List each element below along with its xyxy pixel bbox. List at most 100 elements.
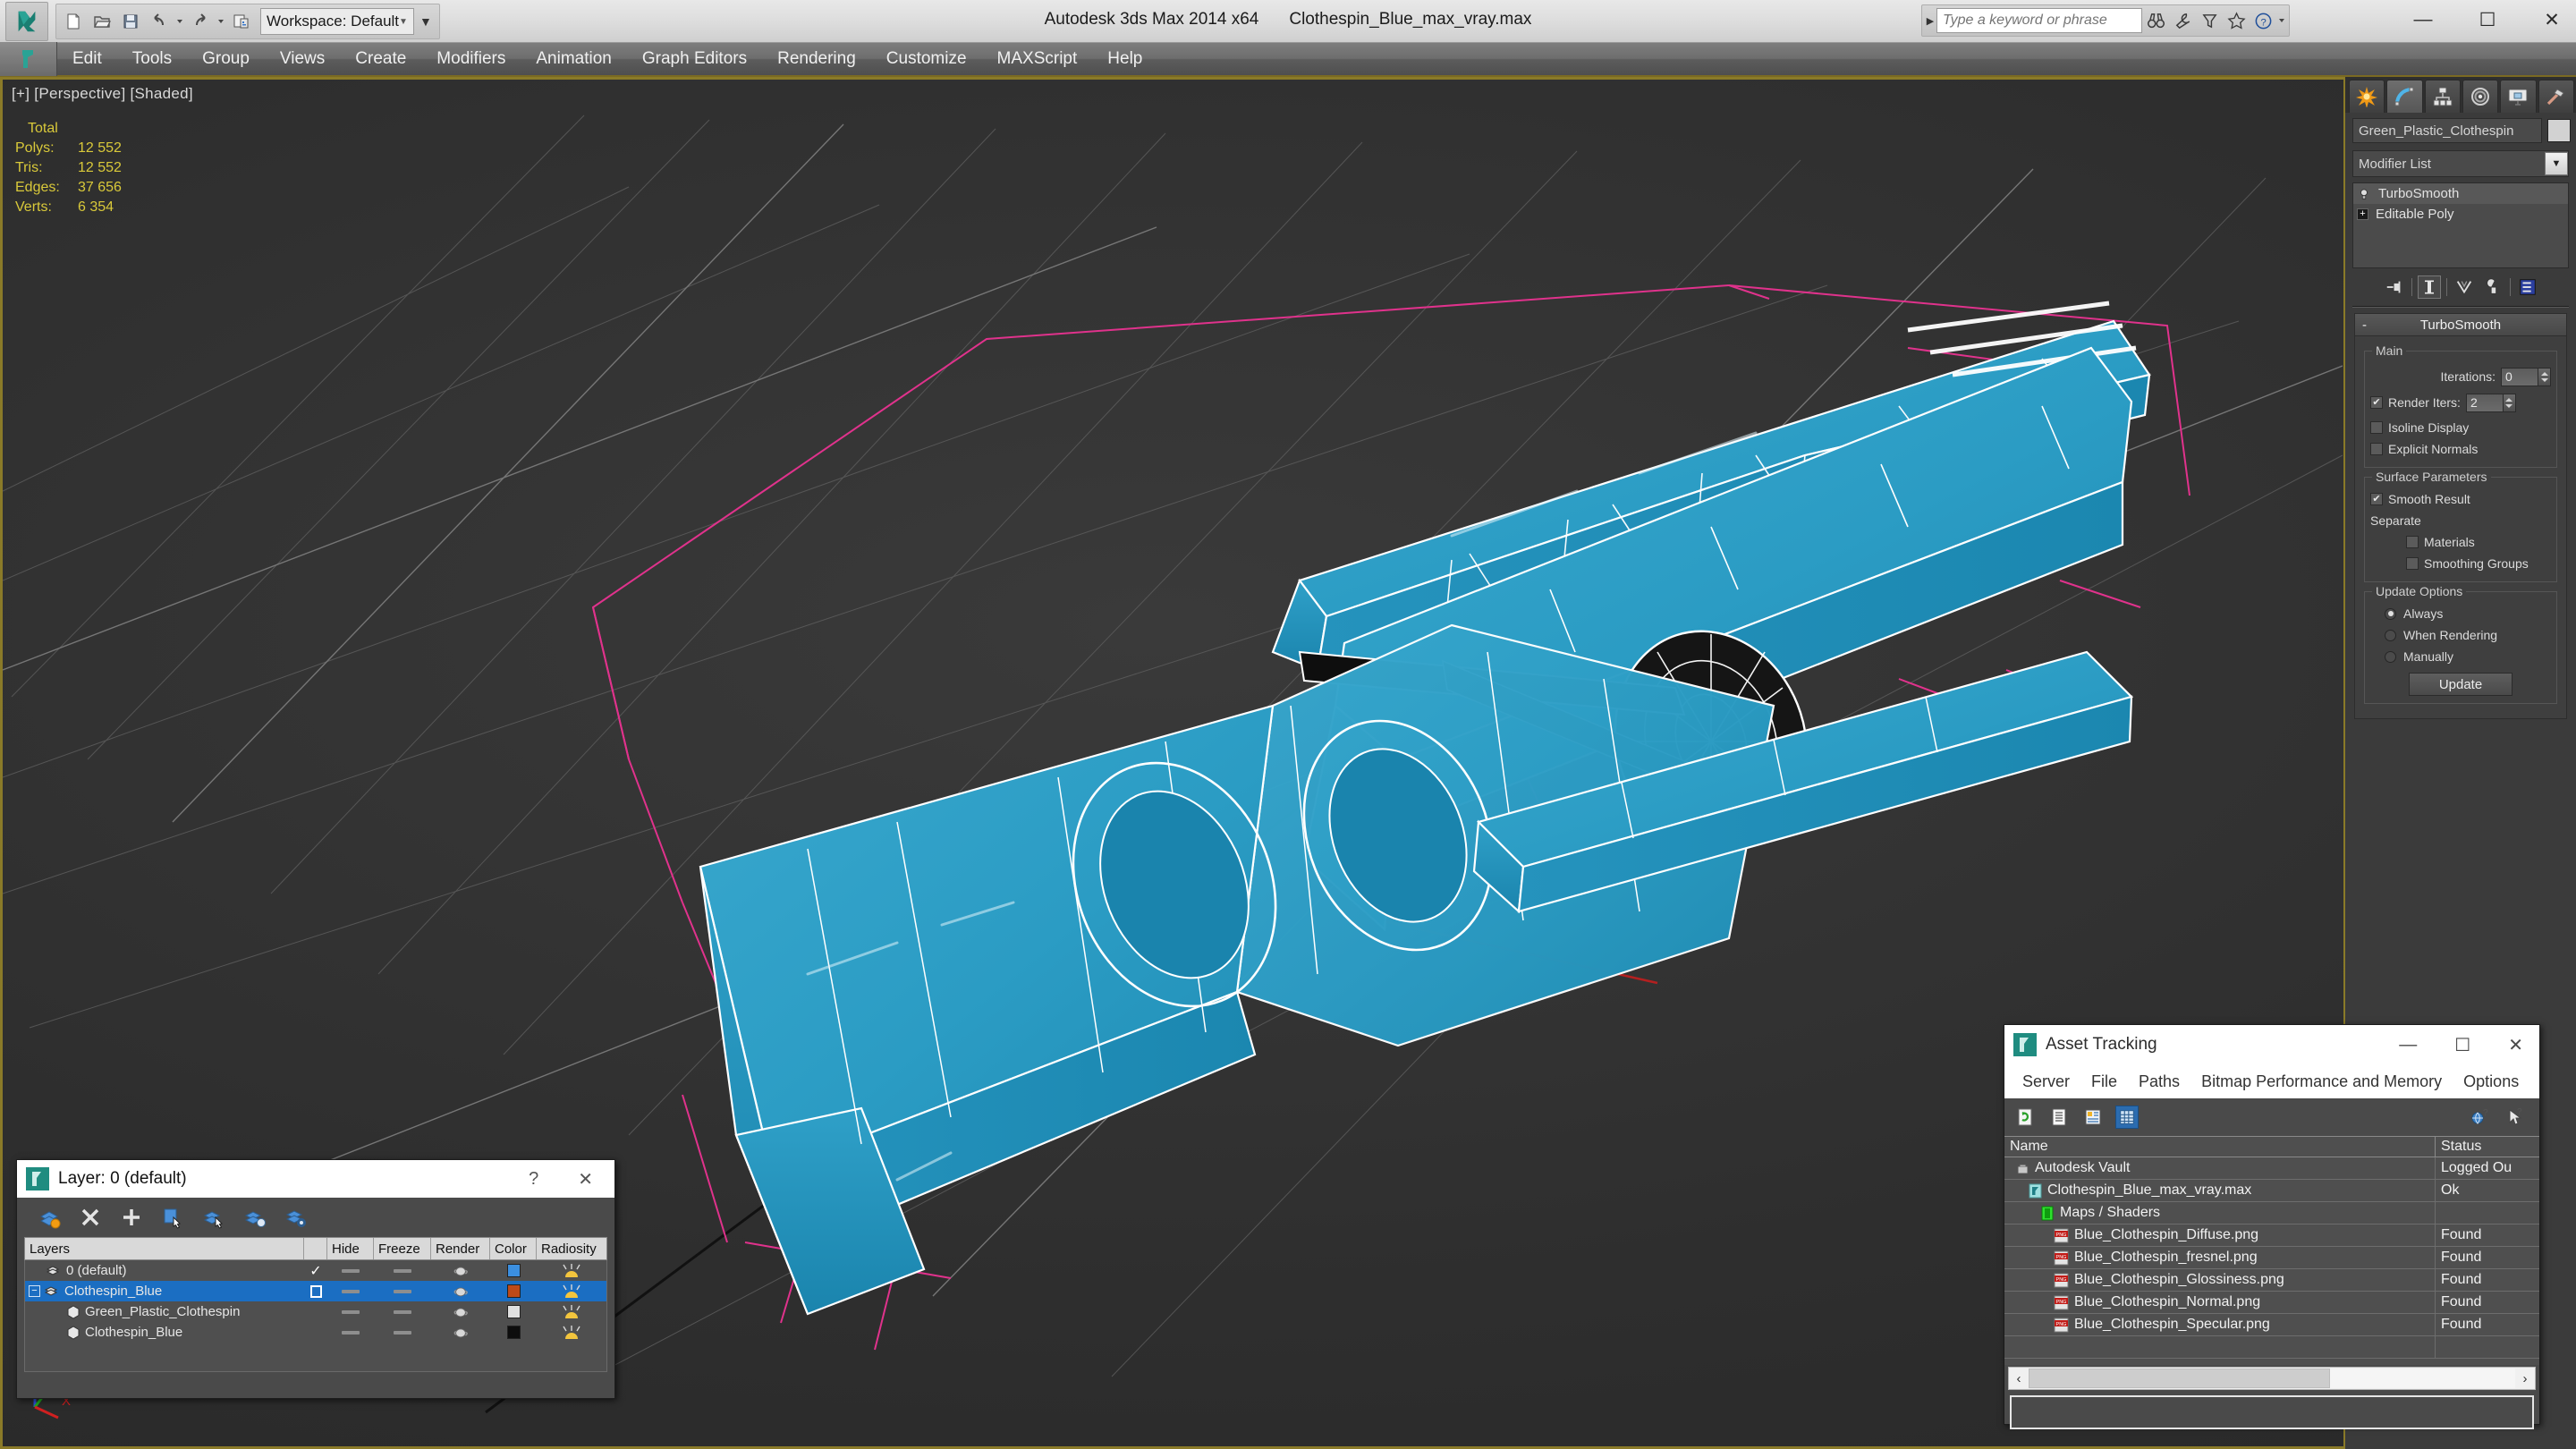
object-color-swatch[interactable] xyxy=(506,1326,521,1339)
expander-minus-icon[interactable]: − xyxy=(29,1285,40,1297)
menu-item-options[interactable]: Options xyxy=(2453,1072,2529,1091)
update-manually-radio[interactable] xyxy=(2385,650,2396,663)
object-name-field[interactable]: Green_Plastic_Clothespin xyxy=(2352,118,2542,143)
table-row[interactable]: PNG Blue_Clothespin_Normal.png Found xyxy=(2004,1291,2539,1314)
separate-materials-row[interactable]: Materials xyxy=(2370,531,2551,553)
freeze-toggle[interactable] xyxy=(394,1268,411,1273)
menu-item-modifiers[interactable]: Modifiers xyxy=(421,42,521,76)
update-always-radio[interactable] xyxy=(2385,607,2396,620)
table-row[interactable]: PNG Blue_Clothespin_Diffuse.png Found xyxy=(2004,1224,2539,1247)
search-handle[interactable]: ▶ xyxy=(1924,7,1936,34)
scroll-left-arrow[interactable]: ‹ xyxy=(2009,1371,2029,1386)
rollout-header[interactable]: - TurboSmooth xyxy=(2354,313,2567,336)
binoculars-button[interactable] xyxy=(2142,7,2169,34)
help-globe-icon[interactable]: ? xyxy=(2468,1106,2491,1129)
highlight-selected-icon[interactable] xyxy=(242,1205,267,1230)
menu-item-help[interactable]: Help xyxy=(1092,42,1157,76)
smooth-result-checkbox[interactable] xyxy=(2370,493,2383,505)
close-button[interactable]: ✕ xyxy=(2540,9,2563,31)
table-row[interactable]: Maps / Shaders xyxy=(2004,1201,2539,1224)
radiosity-icon[interactable] xyxy=(562,1303,581,1320)
close-button[interactable]: ✕ xyxy=(578,1168,593,1191)
layer-properties-icon[interactable] xyxy=(284,1205,309,1230)
save-file-button[interactable] xyxy=(117,7,144,36)
make-unique-icon[interactable] xyxy=(2453,275,2476,299)
refresh-icon[interactable] xyxy=(2013,1106,2037,1129)
layer-color-swatch[interactable] xyxy=(506,1284,521,1298)
radiosity-icon[interactable] xyxy=(562,1283,581,1300)
viewport-label[interactable]: [+] [Perspective] [Shaded] xyxy=(12,85,193,103)
menu-item-file[interactable]: File xyxy=(2080,1072,2128,1091)
object-color-swatch[interactable] xyxy=(506,1305,521,1318)
separate-smoothing-groups-checkbox[interactable] xyxy=(2406,557,2419,570)
menu-item-graph-editors[interactable]: Graph Editors xyxy=(627,42,762,76)
table-row[interactable]: Clothespin_Blue xyxy=(25,1322,606,1343)
table-row[interactable]: PNG Blue_Clothespin_Specular.png Found xyxy=(2004,1313,2539,1336)
create-tab[interactable] xyxy=(2349,80,2385,113)
maximize-button[interactable]: ☐ xyxy=(2454,1034,2470,1056)
iterations-spinner[interactable]: 0 xyxy=(2501,367,2551,386)
search-input[interactable] xyxy=(1936,8,2142,33)
select-objects-icon[interactable] xyxy=(160,1205,185,1230)
workspace-selector[interactable]: Workspace: Default ▼ xyxy=(260,8,414,35)
modifier-stack-item-turbosmooth[interactable]: TurboSmooth xyxy=(2353,183,2568,204)
app-logo-button[interactable] xyxy=(5,2,48,41)
teapot-icon[interactable] xyxy=(453,1305,469,1318)
menu-item-customize[interactable]: Customize xyxy=(871,42,982,76)
scrollbar-thumb[interactable] xyxy=(2029,1368,2331,1388)
table-row[interactable]: − Clothespin_Blue xyxy=(25,1281,606,1301)
update-manually-row[interactable]: Manually xyxy=(2370,646,2551,667)
table-row[interactable]: PNG Blue_Clothespin_fresnel.png Found xyxy=(2004,1246,2539,1269)
minimize-button[interactable]: — xyxy=(2399,1035,2417,1055)
modifier-stack[interactable]: TurboSmooth + Editable Poly xyxy=(2352,182,2569,268)
teapot-icon[interactable] xyxy=(453,1284,469,1298)
smooth-result-row[interactable]: Smooth Result xyxy=(2370,488,2551,510)
menu-item-views[interactable]: Views xyxy=(265,42,340,76)
freeze-toggle[interactable] xyxy=(394,1309,411,1314)
help-dropdown[interactable] xyxy=(2276,6,2287,35)
maximize-button[interactable]: ☐ xyxy=(2476,9,2499,31)
new-layer-icon[interactable] xyxy=(37,1205,62,1230)
teapot-icon[interactable] xyxy=(453,1326,469,1339)
configure-sets-icon[interactable] xyxy=(2516,275,2539,299)
delete-layer-icon[interactable] xyxy=(78,1205,103,1230)
menu-item-bitmap-performance[interactable]: Bitmap Performance and Memory xyxy=(2190,1072,2453,1091)
modify-tab[interactable] xyxy=(2386,80,2423,113)
grid-view-icon[interactable] xyxy=(2115,1106,2139,1129)
explicit-normals-row[interactable]: Explicit Normals xyxy=(2370,438,2551,460)
menu-item-animation[interactable]: Animation xyxy=(521,42,627,76)
help-pointer-icon[interactable]: ? xyxy=(2504,1106,2527,1129)
hide-toggle[interactable] xyxy=(342,1289,360,1293)
table-row[interactable]: PNG Blue_Clothespin_Glossiness.png Found xyxy=(2004,1268,2539,1292)
radiosity-icon[interactable] xyxy=(562,1324,581,1341)
select-highlighted-icon[interactable] xyxy=(201,1205,226,1230)
menu-item-maxscript[interactable]: MAXScript xyxy=(982,42,1093,76)
hierarchy-tab[interactable] xyxy=(2424,80,2461,113)
update-always-row[interactable]: Always xyxy=(2370,603,2551,624)
modifier-stack-item-editable-poly[interactable]: + Editable Poly xyxy=(2353,204,2568,225)
layer-color-swatch[interactable] xyxy=(506,1264,521,1277)
utilities-tab[interactable] xyxy=(2538,80,2574,113)
spinner-arrows-icon[interactable] xyxy=(2503,393,2516,412)
show-end-result-icon[interactable] xyxy=(2417,275,2441,299)
plus-box-icon[interactable]: + xyxy=(2357,208,2368,220)
menu-item-tools[interactable]: Tools xyxy=(117,42,187,76)
update-when-rendering-row[interactable]: When Rendering xyxy=(2370,624,2551,646)
undo-dropdown[interactable] xyxy=(174,7,185,36)
isoline-display-checkbox[interactable] xyxy=(2370,421,2383,434)
new-file-button[interactable] xyxy=(60,7,87,36)
table-row[interactable]: 0 (default) ✓ xyxy=(25,1260,606,1281)
isoline-display-row[interactable]: Isoline Display xyxy=(2370,417,2551,438)
details-view-icon[interactable] xyxy=(2081,1106,2105,1129)
active-layer-check[interactable]: ✓ xyxy=(304,1260,327,1281)
table-row[interactable]: Autodesk Vault Logged Ou xyxy=(2004,1157,2539,1180)
scrollbar-track[interactable] xyxy=(2029,1368,2515,1388)
update-when-rendering-radio[interactable] xyxy=(2385,629,2396,641)
asset-table-body[interactable]: Autodesk Vault Logged Ou Clothespin_Blue… xyxy=(2004,1157,2539,1365)
table-row[interactable]: Green_Plastic_Clothespin xyxy=(25,1301,606,1322)
table-row[interactable] xyxy=(2004,1335,2539,1359)
redo-button[interactable] xyxy=(187,7,214,36)
horizontal-scrollbar[interactable]: ‹ › xyxy=(2008,1367,2536,1390)
help-button[interactable]: ? xyxy=(2250,7,2276,34)
pin-stack-icon[interactable] xyxy=(2383,275,2406,299)
